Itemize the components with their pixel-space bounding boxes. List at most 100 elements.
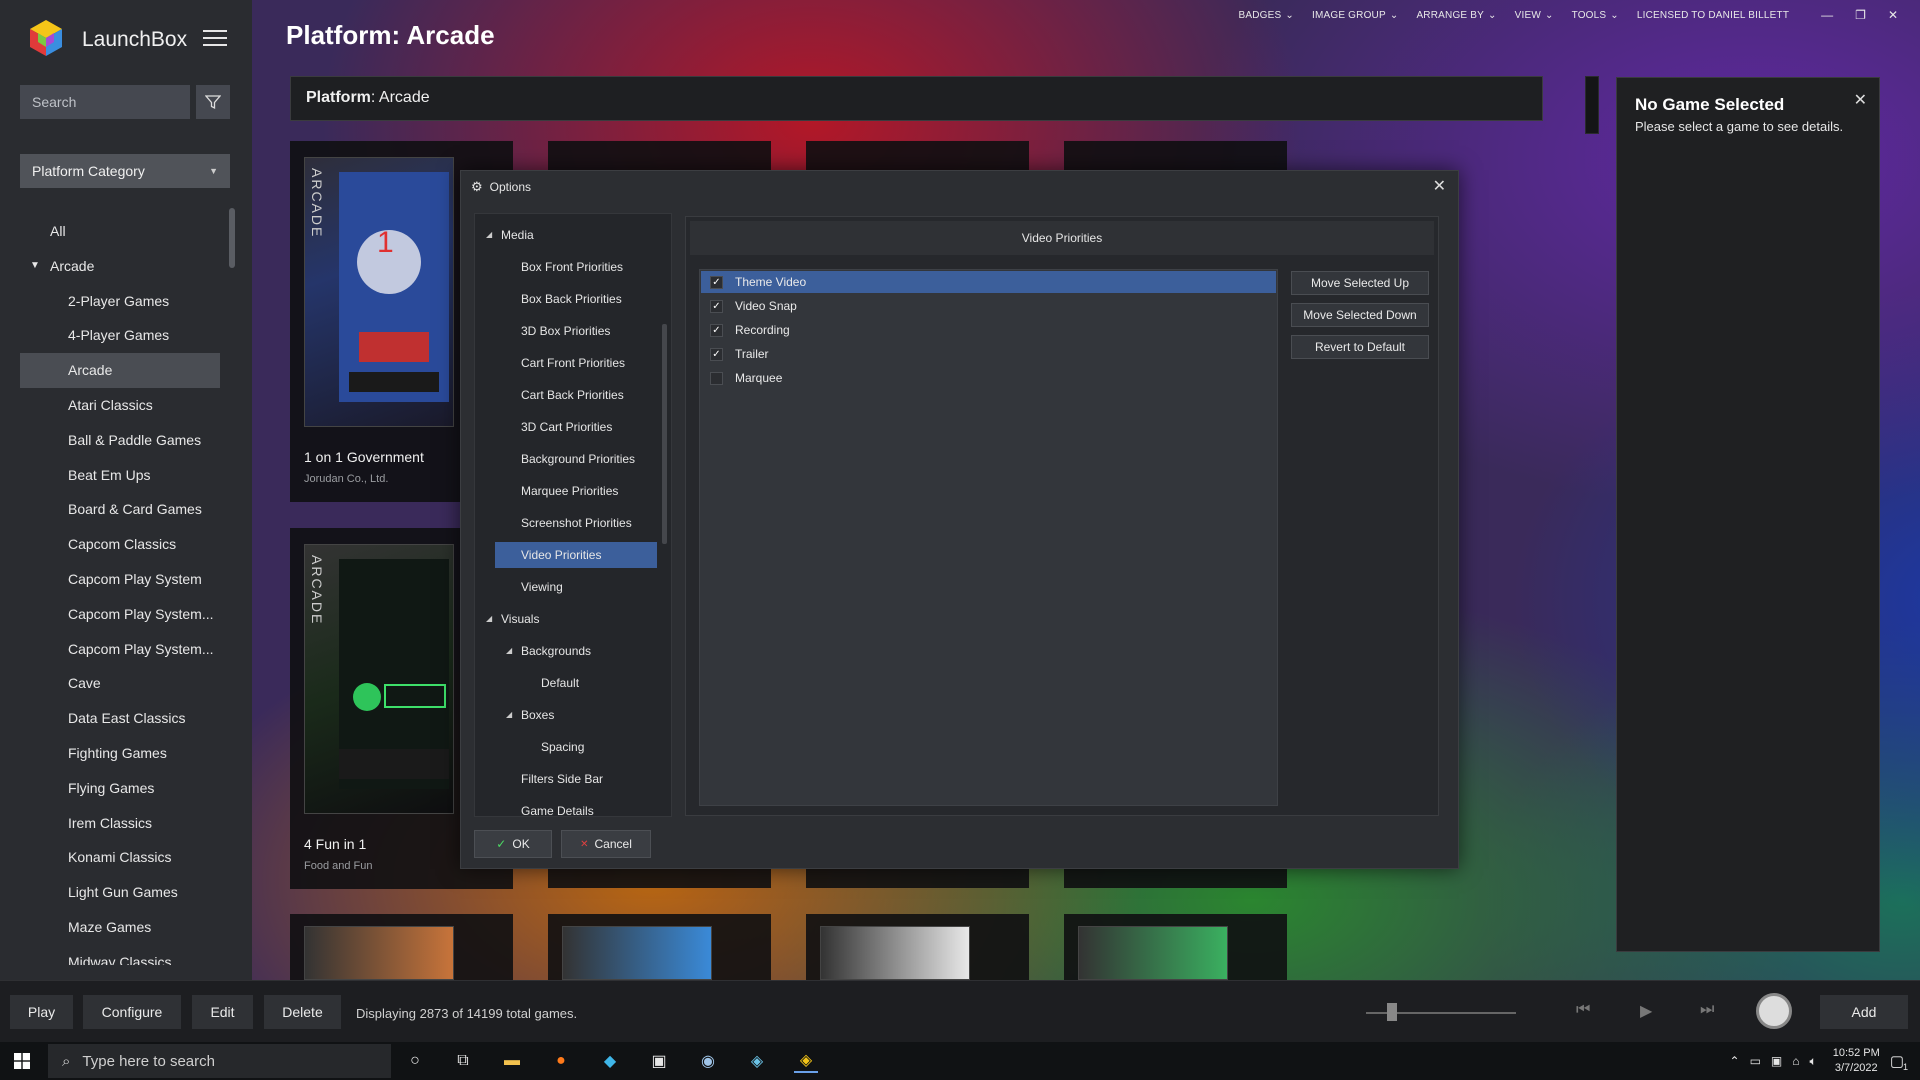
close-icon[interactable]: ✕ <box>1888 8 1898 22</box>
game-tile[interactable] <box>548 141 771 171</box>
tree-item[interactable]: 3D Cart Priorities <box>475 414 671 440</box>
sidebar-item[interactable]: Irem Classics <box>20 806 220 841</box>
zoom-slider-thumb[interactable] <box>1387 1003 1397 1021</box>
sidebar-item-all[interactable]: All <box>20 214 220 249</box>
sidebar-item[interactable]: Capcom Classics <box>20 527 220 562</box>
sidebar-item-arcade-group[interactable]: ▼ Arcade <box>20 249 220 284</box>
sidebar-item[interactable]: Board & Card Games <box>20 492 220 527</box>
checkbox[interactable] <box>710 371 723 385</box>
sidebar-item[interactable]: Cave <box>20 666 220 701</box>
tree-item-video-priorities[interactable]: Video Priorities <box>495 542 657 568</box>
tree-item[interactable]: Screenshot Priorities <box>475 510 671 536</box>
tree-item-media[interactable]: ◢ Media <box>475 222 671 248</box>
hamburger-menu-icon[interactable] <box>203 30 227 48</box>
priority-item[interactable]: ✓ Video Snap <box>701 295 1276 317</box>
game-tile[interactable] <box>548 914 771 980</box>
sidebar-item[interactable]: Fighting Games <box>20 736 220 771</box>
game-tile[interactable] <box>1064 868 1287 888</box>
game-tile[interactable] <box>806 914 1029 980</box>
app-icon[interactable]: ▣ <box>647 1049 671 1073</box>
sidebar-item[interactable]: 4-Player Games <box>20 318 220 353</box>
move-selected-up-button[interactable]: Move Selected Up <box>1291 271 1429 295</box>
network-icon[interactable]: ⌂ <box>1792 1054 1799 1068</box>
ok-button[interactable]: ✓ OK <box>474 830 552 858</box>
collapse-triangle-icon[interactable]: ◢ <box>506 702 512 728</box>
game-tile[interactable] <box>806 868 1029 888</box>
menu-arrange-by[interactable]: ARRANGE BY ⌄ <box>1416 10 1496 21</box>
sidebar-item[interactable]: Atari Classics <box>20 388 220 423</box>
sidebar-item[interactable]: Data East Classics <box>20 701 220 736</box>
windows-start-icon[interactable] <box>14 1053 30 1069</box>
configure-button[interactable]: Configure <box>83 995 181 1029</box>
tree-item[interactable]: Box Back Priorities <box>475 286 671 312</box>
cortana-icon[interactable]: ○ <box>403 1049 427 1073</box>
tree-item[interactable]: Filters Side Bar <box>475 766 671 792</box>
priority-item[interactable]: ✓ Theme Video <box>701 271 1276 293</box>
tray-device-icon[interactable]: ▭ <box>1750 1054 1761 1068</box>
add-button[interactable]: Add <box>1820 995 1908 1029</box>
cancel-button[interactable]: ✕ Cancel <box>561 830 651 858</box>
tree-item[interactable]: Cart Back Priorities <box>475 382 671 408</box>
taskbar-search[interactable]: ⌕ Type here to search <box>48 1044 391 1078</box>
menu-view[interactable]: VIEW ⌄ <box>1515 10 1554 21</box>
sidebar-scrollbar[interactable] <box>229 208 235 268</box>
game-tile[interactable] <box>1064 914 1287 980</box>
tree-item[interactable]: Default <box>475 670 671 696</box>
cube-app-icon[interactable]: ◈ <box>745 1049 769 1073</box>
menu-badges[interactable]: BADGES ⌄ <box>1238 10 1293 21</box>
checkbox[interactable]: ✓ <box>710 323 723 337</box>
file-explorer-icon[interactable]: ▬ <box>500 1049 524 1073</box>
checkbox[interactable]: ✓ <box>710 275 723 289</box>
priority-item[interactable]: ✓ Recording <box>701 319 1276 341</box>
move-selected-down-button[interactable]: Move Selected Down <box>1291 303 1429 327</box>
tree-item[interactable]: Box Front Priorities <box>475 254 671 280</box>
tree-item[interactable]: Marquee Priorities <box>475 478 671 504</box>
platform-category-dropdown[interactable]: Platform Category ▼ <box>20 154 230 188</box>
game-tile[interactable] <box>548 868 771 888</box>
tree-item-boxes[interactable]: ◢ Boxes <box>475 702 671 728</box>
chevron-up-icon[interactable]: ⌃ <box>1730 1054 1740 1068</box>
sidebar-item[interactable]: Konami Classics <box>20 840 220 875</box>
tree-item[interactable]: Game Details <box>475 798 671 816</box>
tree-item-visuals[interactable]: ◢ Visuals <box>475 606 671 632</box>
minimize-icon[interactable]: — <box>1821 8 1833 22</box>
edit-button[interactable]: Edit <box>192 995 253 1029</box>
kodi-icon[interactable]: ◆ <box>598 1049 622 1073</box>
notification-icon[interactable]: ▢ 1 <box>1890 1052 1908 1072</box>
revert-to-default-button[interactable]: Revert to Default <box>1291 335 1429 359</box>
tray-app-icon[interactable]: ▣ <box>1771 1054 1782 1068</box>
sidebar-item[interactable]: 2-Player Games <box>20 284 220 319</box>
previous-track-icon[interactable]: ⏮ <box>1576 1001 1590 1019</box>
close-icon[interactable]: ✕ <box>1854 90 1867 110</box>
game-tile[interactable] <box>1064 141 1287 171</box>
play-button[interactable]: Play <box>10 995 73 1029</box>
tree-scrollbar[interactable] <box>662 324 667 544</box>
game-tile[interactable] <box>806 141 1029 171</box>
tree-item-backgrounds[interactable]: ◢ Backgrounds <box>475 638 671 664</box>
launchbox-taskbar-icon[interactable]: ◈ <box>794 1049 818 1073</box>
next-track-icon[interactable]: ⏭ <box>1700 1001 1714 1019</box>
taskbar-clock[interactable]: 10:52 PM 3/7/2022 <box>1833 1046 1880 1076</box>
sidebar-item[interactable]: Midway Classics <box>20 945 220 965</box>
sidebar-item[interactable]: Light Gun Games <box>20 875 220 910</box>
sidebar-item[interactable]: Ball & Paddle Games <box>20 423 220 458</box>
task-view-icon[interactable]: ⧉ <box>451 1049 475 1073</box>
sidebar-item[interactable]: Capcom Play System... <box>20 597 220 632</box>
priority-item[interactable]: ✓ Trailer <box>701 343 1276 365</box>
menu-image-group[interactable]: IMAGE GROUP ⌄ <box>1312 10 1398 21</box>
search-input[interactable] <box>20 85 190 119</box>
priority-item[interactable]: Marquee <box>701 367 1276 389</box>
sidebar-item[interactable]: Capcom Play System <box>20 562 220 597</box>
gallery-scroll-indicator[interactable] <box>1585 76 1599 134</box>
tree-item[interactable]: Background Priorities <box>475 446 671 472</box>
collapse-triangle-icon[interactable]: ◢ <box>506 638 512 664</box>
close-icon[interactable]: ✕ <box>1433 176 1446 196</box>
sidebar-item-arcade[interactable]: Arcade <box>20 353 220 388</box>
sidebar-item[interactable]: Capcom Play System... <box>20 632 220 667</box>
sidebar-item[interactable]: Maze Games <box>20 910 220 945</box>
delete-button[interactable]: Delete <box>264 995 341 1029</box>
tree-item[interactable]: Cart Front Priorities <box>475 350 671 376</box>
steam-icon[interactable]: ◉ <box>696 1049 720 1073</box>
firefox-icon[interactable]: ● <box>549 1049 573 1073</box>
volume-icon[interactable]: 🔈︎ <box>1810 1054 1817 1069</box>
